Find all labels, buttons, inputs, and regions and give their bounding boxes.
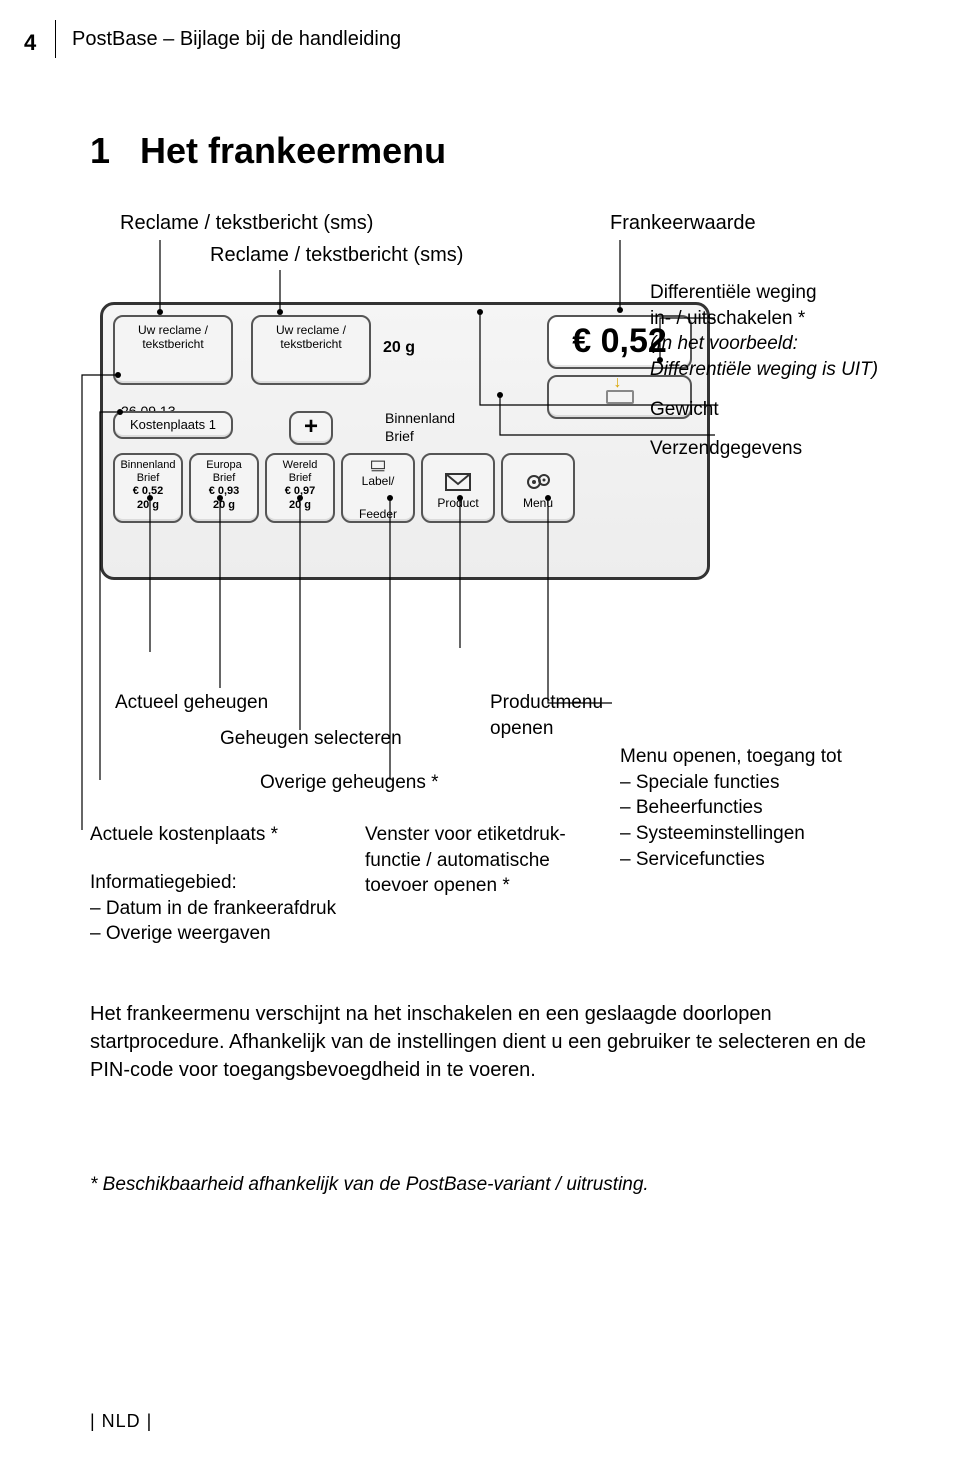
annot-menu-openen: Menu openen, toegang tot Speciale functi… bbox=[620, 744, 900, 872]
annot-productmenu: Productmenu openen bbox=[490, 690, 603, 741]
footer-lang: | NLD | bbox=[90, 1411, 152, 1432]
annot-overige-geheugens: Overige geheugens * bbox=[260, 770, 439, 796]
header-title: PostBase – Bijlage bij de handleiding bbox=[72, 28, 401, 51]
callout-reclame-1: Reclame / tekstbericht (sms) bbox=[120, 212, 373, 235]
legend-gewicht: Gewicht bbox=[650, 397, 910, 423]
section-number: 1 bbox=[90, 130, 110, 171]
list-item: Beheerfuncties bbox=[620, 795, 900, 821]
annot-geheugen-selecteren: Geheugen selecteren bbox=[220, 726, 402, 752]
label-feeder-button[interactable]: Label/ Feeder bbox=[341, 453, 415, 523]
annot-actuele-kp: Actuele kostenplaats * bbox=[90, 822, 278, 848]
callout-reclame-2: Reclame / tekstbericht (sms) bbox=[210, 244, 463, 267]
top-callout-row: Reclame / tekstbericht (sms) Frankeerwaa… bbox=[90, 212, 890, 282]
list-item: Systeeminstellingen bbox=[620, 821, 900, 847]
kostenplaats-button[interactable]: Kostenplaats 1 bbox=[113, 411, 233, 439]
header-divider bbox=[55, 20, 61, 58]
list-item: Overige weergaven bbox=[90, 921, 336, 947]
section-heading: 1 Het frankeermenu bbox=[90, 130, 890, 172]
legend-diff-weging: Differentiële weging bbox=[650, 282, 817, 303]
ad-tekstbericht-2[interactable]: Uw reclame / tekstbericht bbox=[251, 315, 371, 385]
annot-actueel-geheugen: Actueel geheugen bbox=[115, 690, 268, 716]
callout-frankeerwaarde: Frankeerwaarde bbox=[610, 212, 756, 235]
section-title: Het frankeermenu bbox=[140, 130, 446, 171]
body-paragraph: Het frankeermenu verschijnt na het insch… bbox=[90, 1000, 890, 1084]
memory-1-button[interactable]: Binnenland Brief € 0,52 20 g bbox=[113, 453, 183, 523]
menu-button[interactable]: Menu bbox=[501, 453, 575, 523]
annot-venster-etiket: Venster voor etiketdruk- functie / autom… bbox=[365, 822, 605, 899]
list-item: Datum in de frankeerafdruk bbox=[90, 896, 336, 922]
memory-3-button[interactable]: Wereld Brief € 0,97 20 g bbox=[265, 453, 335, 523]
weight-value: 20 g bbox=[381, 339, 541, 357]
page-number: 4 bbox=[24, 30, 36, 56]
label-feeder-icon bbox=[364, 459, 392, 472]
memory-2-button[interactable]: Europa Brief € 0,93 20 g bbox=[189, 453, 259, 523]
verzend-info-column: 20 g Binnenland Brief bbox=[381, 315, 541, 445]
plus-button[interactable]: + bbox=[289, 411, 333, 445]
gear-icon bbox=[524, 470, 552, 494]
verzend-info: Binnenland Brief bbox=[381, 409, 541, 445]
footnote: * Beschikbaarheid afhankelijk van de Pos… bbox=[90, 1174, 890, 1196]
envelope-icon bbox=[444, 470, 472, 494]
page: 4 PostBase – Bijlage bij de handleiding … bbox=[0, 0, 960, 1236]
scale-icon bbox=[606, 390, 634, 404]
lower-annotations: Actueel geheugen Geheugen selecteren Ove… bbox=[90, 690, 890, 970]
ad-tekstbericht-1[interactable]: Uw reclame / tekstbericht bbox=[113, 315, 233, 385]
right-legend: Differentiële weging in- / uitschakelen … bbox=[650, 280, 910, 476]
list-item: Servicefuncties bbox=[620, 847, 900, 873]
legend-verzendgegevens: Verzendgegevens bbox=[650, 436, 910, 462]
device-screen: Uw reclame / tekstbericht 26.09.13 Koste… bbox=[100, 302, 710, 580]
annot-informatiegebied: Informatiegebied: Datum in de frankeeraf… bbox=[90, 870, 336, 947]
list-item: Speciale functies bbox=[620, 770, 900, 796]
product-button[interactable]: Product bbox=[421, 453, 495, 523]
